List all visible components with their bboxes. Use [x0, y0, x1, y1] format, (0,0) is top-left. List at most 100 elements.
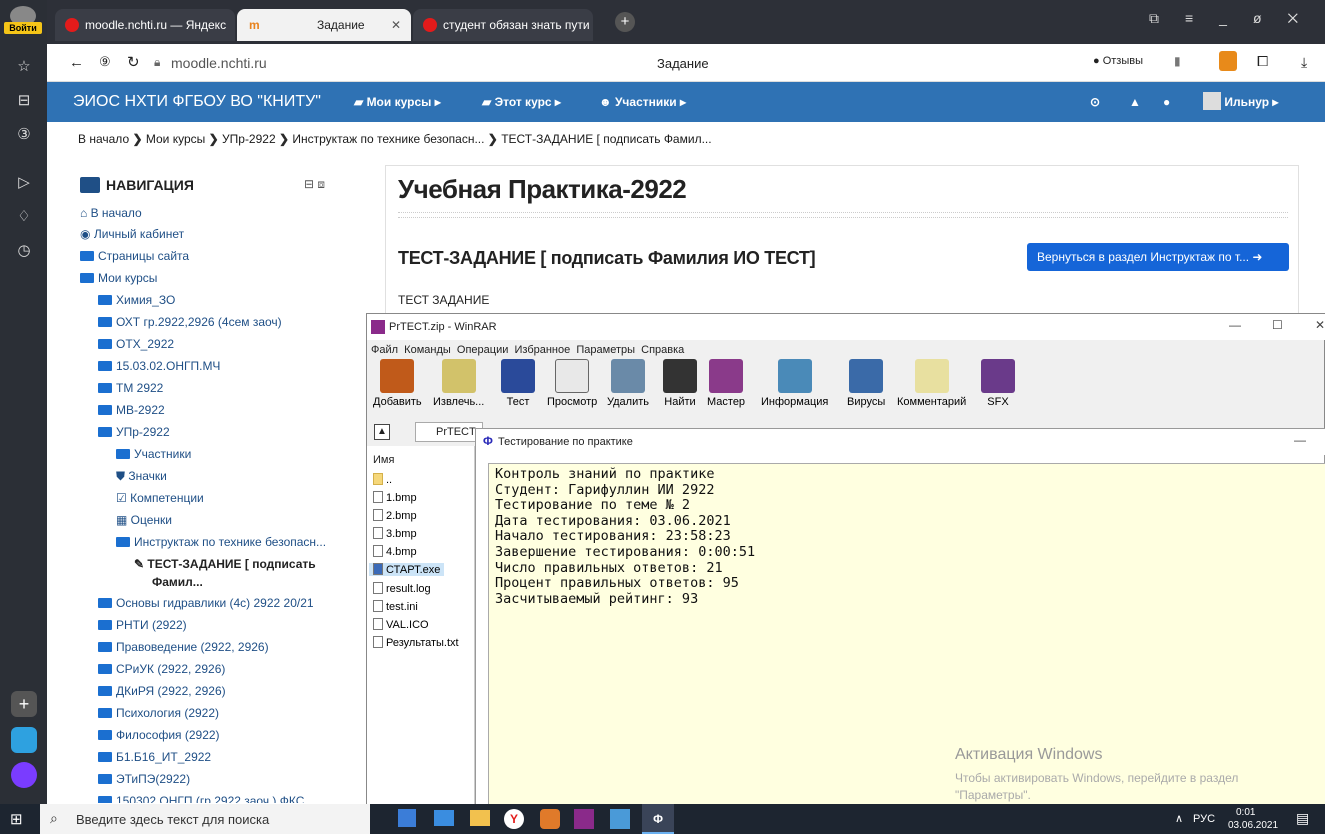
- clock-time[interactable]: 0:01: [1236, 807, 1255, 818]
- menu-help[interactable]: Справка: [641, 344, 684, 356]
- window-controls[interactable]: ⧉≡_ø✕: [1149, 10, 1319, 27]
- reload-icon[interactable]: ↻: [127, 53, 140, 71]
- crumb-task[interactable]: ТЕСТ-ЗАДАНИЕ [ подписать Фамил...: [501, 132, 711, 146]
- crumb-course[interactable]: УПр-2922: [222, 132, 276, 146]
- collapse-icon[interactable]: ⊟ ⧈: [304, 177, 325, 192]
- app-icon[interactable]: [540, 809, 560, 829]
- nav-course[interactable]: 15.03.02.ОНГП.МЧ: [98, 359, 220, 373]
- file-item[interactable]: 3.bmp: [373, 527, 417, 540]
- nav-course[interactable]: ЭТиПЭ(2922): [98, 772, 190, 786]
- tool-info[interactable]: Информация: [761, 359, 828, 408]
- file-item[interactable]: 4.bmp: [373, 545, 417, 558]
- tool-extract[interactable]: Извлечь...: [433, 359, 484, 408]
- test-app-taskbar-icon[interactable]: Φ: [642, 804, 674, 834]
- nav-home[interactable]: ⌂ В начало: [80, 206, 142, 220]
- tool-delete[interactable]: Удалить: [607, 359, 649, 408]
- minimize-icon[interactable]: —: [1294, 433, 1306, 447]
- language-indicator[interactable]: РУС: [1193, 813, 1215, 825]
- tool-view[interactable]: Просмотр: [547, 359, 597, 408]
- return-button[interactable]: Вернуться в раздел Инструктаж по т... ➜: [1027, 243, 1289, 271]
- tool-wizard[interactable]: Мастер: [707, 359, 745, 408]
- minimize-icon[interactable]: —: [1229, 318, 1241, 332]
- nav-my-courses[interactable]: Мои курсы: [80, 271, 157, 285]
- bookmark-icon[interactable]: ▮: [1174, 54, 1181, 68]
- nav-section[interactable]: Инструктаж по технике безопасн...: [116, 535, 326, 549]
- user-menu[interactable]: Ильнур ▸: [1203, 82, 1278, 122]
- reader-icon[interactable]: ⧠: [1257, 53, 1268, 70]
- nav-course-open[interactable]: УПр-2922: [98, 425, 170, 439]
- play-icon[interactable]: ▷: [12, 171, 36, 195]
- file-item[interactable]: ..: [373, 473, 392, 486]
- nav-course[interactable]: Психология (2922): [98, 706, 219, 720]
- tool-test[interactable]: Тест: [501, 359, 535, 408]
- alice-icon[interactable]: [11, 762, 37, 788]
- explorer-icon[interactable]: [470, 810, 490, 826]
- path-field[interactable]: PrTECT.z: [415, 422, 483, 442]
- tool-comment[interactable]: Комментарий: [897, 359, 966, 408]
- menu-commands[interactable]: Команды: [404, 344, 451, 356]
- tool-virus[interactable]: Вирусы: [847, 359, 885, 408]
- yandex-browser-icon[interactable]: Y: [504, 809, 524, 829]
- chat-icon[interactable]: ●: [1163, 82, 1170, 122]
- notifications-icon[interactable]: ♢: [12, 205, 36, 229]
- clock-date[interactable]: 03.06.2021: [1228, 820, 1278, 831]
- file-item[interactable]: 1.bmp: [373, 491, 417, 504]
- file-item[interactable]: Результаты.txt: [373, 636, 459, 649]
- participants-menu[interactable]: ☻ Участники ▸: [599, 82, 686, 122]
- nav-grades[interactable]: ▦ Оценки: [116, 513, 172, 527]
- nav-competencies[interactable]: ☑ Компетенции: [116, 491, 204, 505]
- nav-course[interactable]: Основы гидравлики (4с) 2922 20/21: [98, 596, 314, 610]
- nav-course[interactable]: Химия_ЗО: [98, 293, 175, 307]
- tab-moodle-yandex[interactable]: moodle.nchti.ru — Яндекс: [55, 9, 235, 41]
- my-courses-menu[interactable]: ▰ Мои курсы ▸: [354, 82, 441, 122]
- back-icon[interactable]: ←: [69, 54, 84, 71]
- tool-find[interactable]: Найти: [663, 359, 697, 408]
- notes-icon[interactable]: [610, 809, 630, 829]
- nav-course[interactable]: РНТИ (2922): [98, 618, 187, 632]
- mail-icon[interactable]: [434, 810, 454, 826]
- nav-current-task[interactable]: ✎ ТЕСТ-ЗАДАНИЕ [ подписать: [134, 557, 316, 571]
- tabs-count-icon[interactable]: ③: [12, 123, 36, 147]
- notification-center-icon[interactable]: ▤: [1296, 810, 1309, 827]
- add-icon[interactable]: +: [11, 691, 37, 717]
- tab-student[interactable]: студент обязан знать пути: [413, 9, 593, 41]
- reviews-button[interactable]: ● Отзывы: [1093, 55, 1143, 67]
- close-icon[interactable]: ✕: [1315, 318, 1325, 332]
- nav-course[interactable]: СРиУК (2922, 2926): [98, 662, 225, 676]
- site-name[interactable]: ЭИОС НХТИ ФГБОУ ВО "КНИТУ": [73, 82, 321, 122]
- nav-course[interactable]: МВ-2922: [98, 403, 165, 417]
- tool-sfx[interactable]: SFX: [981, 359, 1015, 408]
- login-badge[interactable]: Войти: [4, 22, 42, 34]
- url-text[interactable]: moodle.nchti.ru: [171, 55, 267, 71]
- nav-course[interactable]: ТМ 2922: [98, 381, 163, 395]
- close-tab-icon[interactable]: ✕: [391, 9, 401, 41]
- nav-course[interactable]: ДКиРЯ (2922, 2926): [98, 684, 226, 698]
- nav-site-pages[interactable]: Страницы сайта: [80, 249, 189, 263]
- bell-icon[interactable]: ▲: [1129, 82, 1141, 122]
- menu-options[interactable]: Параметры: [576, 344, 635, 356]
- file-item-selected[interactable]: СТАРТ.exe: [369, 563, 445, 576]
- file-item[interactable]: test.ini: [373, 600, 418, 613]
- menu-operations[interactable]: Операции: [457, 344, 508, 356]
- nav-current-task-cont[interactable]: Фамил...: [152, 575, 203, 589]
- crumb-home[interactable]: В начало: [78, 132, 129, 146]
- up-folder-icon[interactable]: ▲: [374, 424, 390, 440]
- favorites-icon[interactable]: ☆: [12, 55, 36, 79]
- nav-participants[interactable]: Участники: [116, 447, 191, 461]
- new-tab-icon[interactable]: +: [615, 12, 635, 32]
- taskbar-search[interactable]: ⌕ Введите здесь текст для поиска: [40, 804, 370, 834]
- this-course-menu[interactable]: ▰ Этот курс ▸: [482, 82, 561, 122]
- extension-shield-icon[interactable]: [1219, 51, 1237, 71]
- nav-course[interactable]: 150302.ОНГП (гр.2922 заоч.) ФКС: [98, 794, 304, 803]
- nav-course[interactable]: ОТХ_2922: [98, 337, 174, 351]
- nav-course[interactable]: ОХТ гр.2922,2926 (4сем заоч): [98, 315, 282, 329]
- column-name-header[interactable]: Имя: [373, 454, 394, 466]
- nav-dashboard[interactable]: ◉ Личный кабинет: [80, 227, 184, 241]
- maximize-icon[interactable]: ☐: [1272, 318, 1283, 332]
- nav-course[interactable]: Философия (2922): [98, 728, 220, 742]
- crumb-my-courses[interactable]: Мои курсы: [146, 132, 205, 146]
- crumb-section[interactable]: Инструктаж по технике безопасн...: [292, 132, 484, 146]
- download-icon[interactable]: ⤓: [1301, 54, 1307, 71]
- store-icon[interactable]: [398, 809, 416, 827]
- messenger-icon[interactable]: [11, 727, 37, 753]
